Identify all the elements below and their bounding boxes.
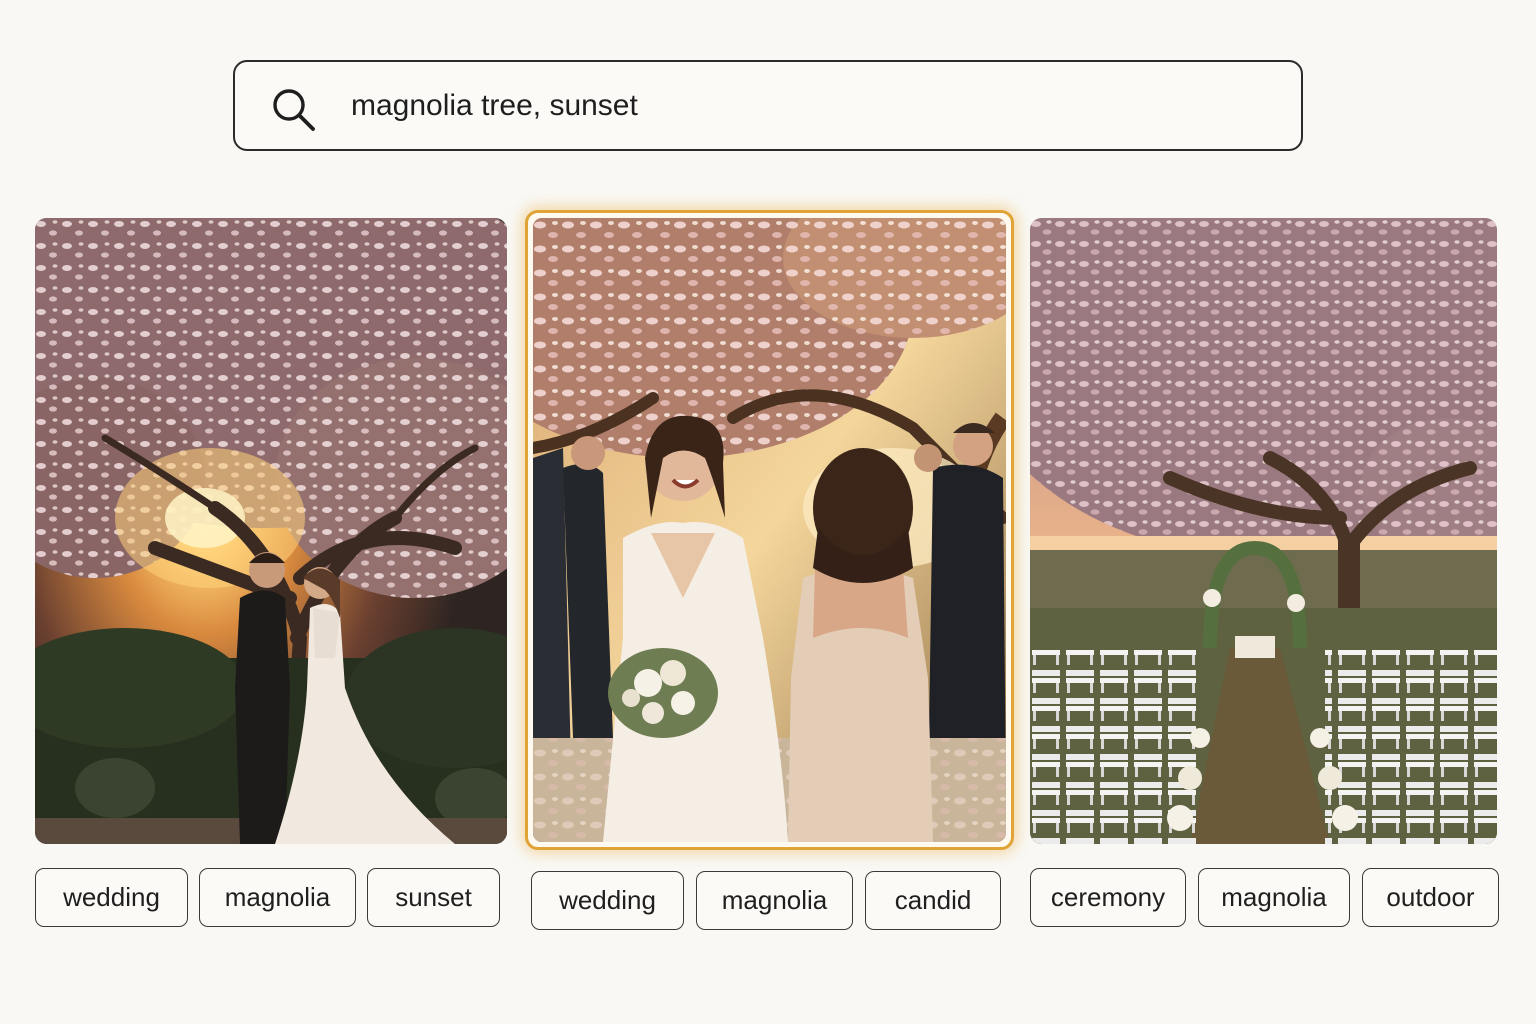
tag-candid[interactable]: candid bbox=[865, 871, 1001, 930]
tag-wedding[interactable]: wedding bbox=[35, 868, 188, 927]
tag-magnolia[interactable]: magnolia bbox=[696, 871, 853, 930]
search-input[interactable] bbox=[351, 80, 1251, 132]
result-image-2-frame bbox=[533, 218, 1006, 842]
result-image-2[interactable] bbox=[525, 210, 1014, 850]
result-2-tags: wedding magnolia candid bbox=[531, 871, 1001, 930]
tag-magnolia[interactable]: magnolia bbox=[1198, 868, 1350, 927]
result-1-tags: wedding magnolia sunset bbox=[35, 868, 500, 927]
couple-under-magnolia-photo bbox=[35, 218, 507, 844]
result-image-1[interactable] bbox=[35, 218, 507, 844]
tag-sunset[interactable]: sunset bbox=[367, 868, 500, 927]
ceremony-under-magnolia-photo bbox=[1030, 218, 1497, 844]
search-icon[interactable] bbox=[269, 85, 317, 133]
search-bar[interactable] bbox=[233, 60, 1303, 151]
bride-laughing-photo bbox=[533, 218, 1006, 842]
tag-outdoor[interactable]: outdoor bbox=[1362, 868, 1499, 927]
result-3-tags: ceremony magnolia outdoor bbox=[1030, 868, 1499, 927]
tag-wedding[interactable]: wedding bbox=[531, 871, 684, 930]
tag-ceremony[interactable]: ceremony bbox=[1030, 868, 1186, 927]
tag-magnolia[interactable]: magnolia bbox=[199, 868, 356, 927]
result-image-3[interactable] bbox=[1030, 218, 1497, 844]
